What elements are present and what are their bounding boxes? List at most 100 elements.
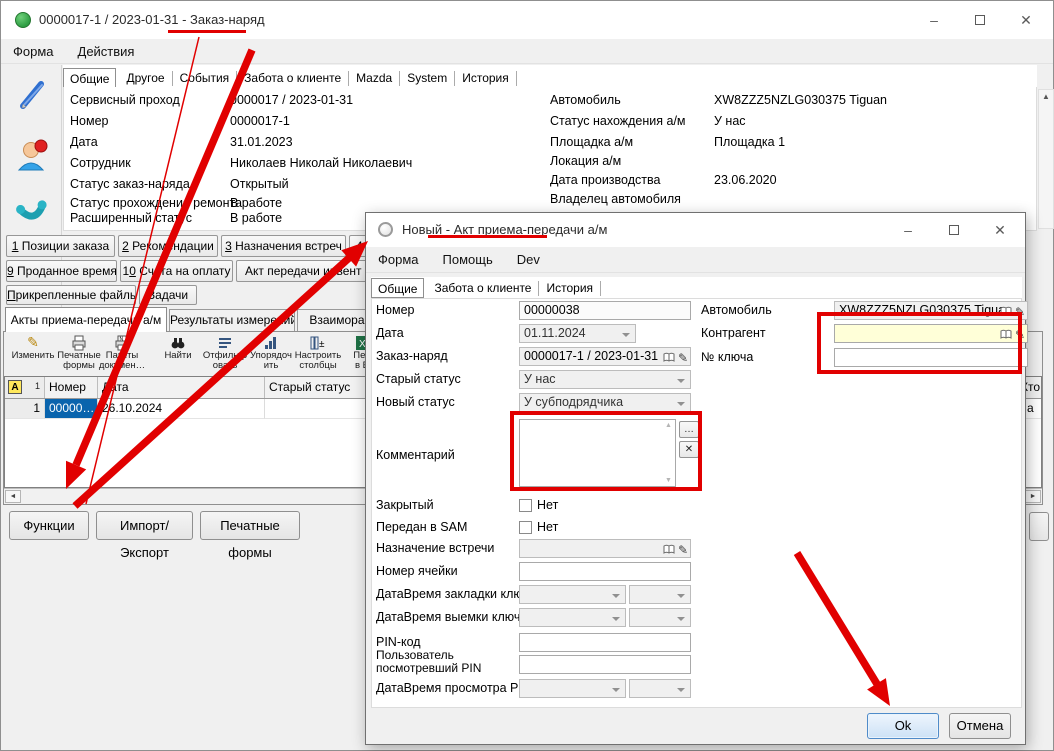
field-row: Дата31.01.2023 <box>70 135 98 151</box>
dropdown-arrow-icon <box>677 594 685 598</box>
tab-system[interactable]: System <box>400 71 455 86</box>
tab-measurement-results[interactable]: Результаты измерений <box>169 309 295 332</box>
key-deposit-time-dropdown[interactable] <box>629 585 691 604</box>
col-date[interactable]: Дата <box>98 377 265 398</box>
field-row: Владелец автомобиля <box>550 192 681 208</box>
pin-user-field[interactable] <box>519 655 691 674</box>
order-summary-panel: Сервисный проход0000017 / 2023-01-31 Ном… <box>63 87 1037 231</box>
section-attachments-button[interactable]: Прикрепленные файлы <box>6 285 136 305</box>
edit-pencil-icon[interactable]: ✎ <box>678 543 688 557</box>
print-forms-button[interactable]: Печатные формы <box>200 511 300 540</box>
section-inventory-act-button[interactable]: Акт передачи инвент <box>236 260 376 282</box>
pin-view-date-dropdown[interactable] <box>519 679 626 698</box>
book-icon[interactable] <box>663 352 675 363</box>
cancel-button[interactable]: Отмена <box>949 713 1011 739</box>
closed-checkbox-label: Нет <box>537 496 558 515</box>
pen-icon[interactable] <box>15 77 51 113</box>
meeting-field[interactable]: ✎ <box>519 539 691 558</box>
table-corner[interactable]: A 1 <box>5 377 45 398</box>
column-a-icon[interactable]: A <box>8 380 22 394</box>
tab-acceptance-acts[interactable]: Акты приема-передачи а/м <box>5 307 167 332</box>
pencil-icon: ✎ <box>9 334 57 351</box>
clipped-button[interactable] <box>1029 512 1049 541</box>
sort-icon <box>247 334 295 351</box>
close-icon[interactable]: ✕ <box>1003 3 1049 37</box>
toolbar-document-packs-button[interactable]: N Пакетыдокумен… <box>98 334 146 376</box>
ok-button[interactable]: Ok <box>867 713 939 739</box>
key-number-field[interactable] <box>834 348 1028 367</box>
maximize-icon[interactable] <box>957 3 1003 37</box>
pin-field[interactable] <box>519 633 691 652</box>
book-icon[interactable] <box>663 544 675 555</box>
main-window-title: 0000017-1 / 2023-01-31 - Заказ-наряд <box>39 12 265 27</box>
tab-zabota[interactable]: Забота о клиенте <box>237 71 349 86</box>
app-icon <box>15 12 31 28</box>
sam-checkbox[interactable] <box>519 521 532 534</box>
columns-icon: ± <box>294 334 342 351</box>
tab-istoriya[interactable]: История <box>455 71 517 86</box>
scroll-down-icon: ▼ <box>663 477 674 484</box>
contragent-field[interactable]: ✎ <box>834 324 1028 343</box>
vertical-scrollbar[interactable]: ▲ <box>1038 89 1054 229</box>
cell-date[interactable]: 26.10.2024 <box>98 399 265 419</box>
comment-textarea[interactable]: ▲ ▼ <box>519 419 676 487</box>
tab-mazda[interactable]: Mazda <box>349 71 400 86</box>
field-row: Расширенный статусВ работе <box>70 211 192 227</box>
minimize-icon[interactable]: – <box>911 3 957 37</box>
scroll-up-icon[interactable]: ▲ <box>1039 90 1053 104</box>
car-field[interactable]: XW8ZZZ5NZLG030375 Tigua ✎ <box>834 301 1028 320</box>
comment-clear-button[interactable]: ✕ <box>679 441 699 458</box>
functions-button[interactable]: Функции <box>9 511 89 540</box>
toolbar-sort-button[interactable]: Упорядочить <box>247 334 295 376</box>
import-export-button[interactable]: Импорт/Экспорт <box>96 511 193 540</box>
scroll-left-icon[interactable]: ◄ <box>5 490 21 503</box>
menu-deystviya[interactable]: Действия <box>66 39 147 64</box>
dropdown-arrow-icon <box>677 402 685 406</box>
section-positions-button[interactable]: 1 Позиции заказа <box>6 235 115 257</box>
toolbar-find-button[interactable]: Найти <box>154 334 202 376</box>
key-deposit-date-dropdown[interactable] <box>519 585 626 604</box>
main-tabs: Общие Другое События Забота о клиенте Ma… <box>63 65 1037 88</box>
col-number[interactable]: Номер <box>45 377 98 398</box>
section-appointments-button[interactable]: 3 Назначения встреч <box>221 235 346 257</box>
number-field[interactable]: 00000038 <box>519 301 691 320</box>
new-status-dropdown[interactable]: У субподрядчика <box>519 393 691 412</box>
closed-checkbox[interactable] <box>519 499 532 512</box>
pin-view-time-dropdown[interactable] <box>629 679 691 698</box>
filter-icon <box>201 334 249 351</box>
tab-obschie[interactable]: Общие <box>63 68 116 88</box>
book-icon[interactable] <box>1000 306 1012 317</box>
field-row: Статус нахождения а/мУ нас <box>550 114 686 130</box>
field-row: Статус заказ-нарядаОткрытый <box>70 177 190 193</box>
tab-sobytiya[interactable]: События <box>173 71 238 86</box>
svg-text:±: ± <box>319 339 325 350</box>
book-icon[interactable] <box>1000 329 1012 340</box>
key-withdraw-time-dropdown[interactable] <box>629 608 691 627</box>
cell-number-field[interactable] <box>519 562 691 581</box>
date-dropdown[interactable]: 01.11.2024 <box>519 324 636 343</box>
section-tasks-button[interactable]: Задачи <box>139 285 197 305</box>
edit-pencil-icon[interactable]: ✎ <box>678 351 688 365</box>
tab-drugoe[interactable]: Другое <box>119 71 172 86</box>
toolbar-columns-button[interactable]: ± Настроитьстолбцы <box>294 334 342 376</box>
menu-forma[interactable]: Форма <box>1 39 66 64</box>
toolbar-edit-button[interactable]: ✎ Изменить <box>9 334 57 376</box>
edit-pencil-icon[interactable]: ✎ <box>1015 328 1025 342</box>
field-row: АвтомобильXW8ZZZ5NZLG030375 Tiguan <box>550 93 621 109</box>
edit-pencil-icon[interactable]: ✎ <box>1015 305 1025 319</box>
dropdown-arrow-icon <box>612 688 620 692</box>
cell-number[interactable]: 00000… <box>45 399 98 419</box>
section-sold-time-button[interactable]: 9 Проданное время <box>6 260 117 282</box>
field-row: Статус прохождения ремонтаВ работе <box>70 196 242 212</box>
comment-more-button[interactable]: … <box>679 421 699 438</box>
toolbar-print-forms-button[interactable]: Печатныеформы <box>55 334 103 376</box>
phone-icon[interactable] <box>15 197 51 233</box>
section-invoices-button[interactable]: 10 Счета на оплату <box>120 260 233 282</box>
key-withdraw-date-dropdown[interactable] <box>519 608 626 627</box>
old-status-dropdown[interactable]: У нас <box>519 370 691 389</box>
scroll-right-icon[interactable]: ► <box>1025 490 1041 503</box>
customer-alert-icon[interactable] <box>15 137 51 173</box>
toolbar-filter-button[interactable]: Отфильтровать <box>201 334 249 376</box>
section-recommendations-button[interactable]: 2 Рекомендации <box>118 235 218 257</box>
order-field[interactable]: 0000017-1 / 2023-01-31 ✎ <box>519 347 691 366</box>
